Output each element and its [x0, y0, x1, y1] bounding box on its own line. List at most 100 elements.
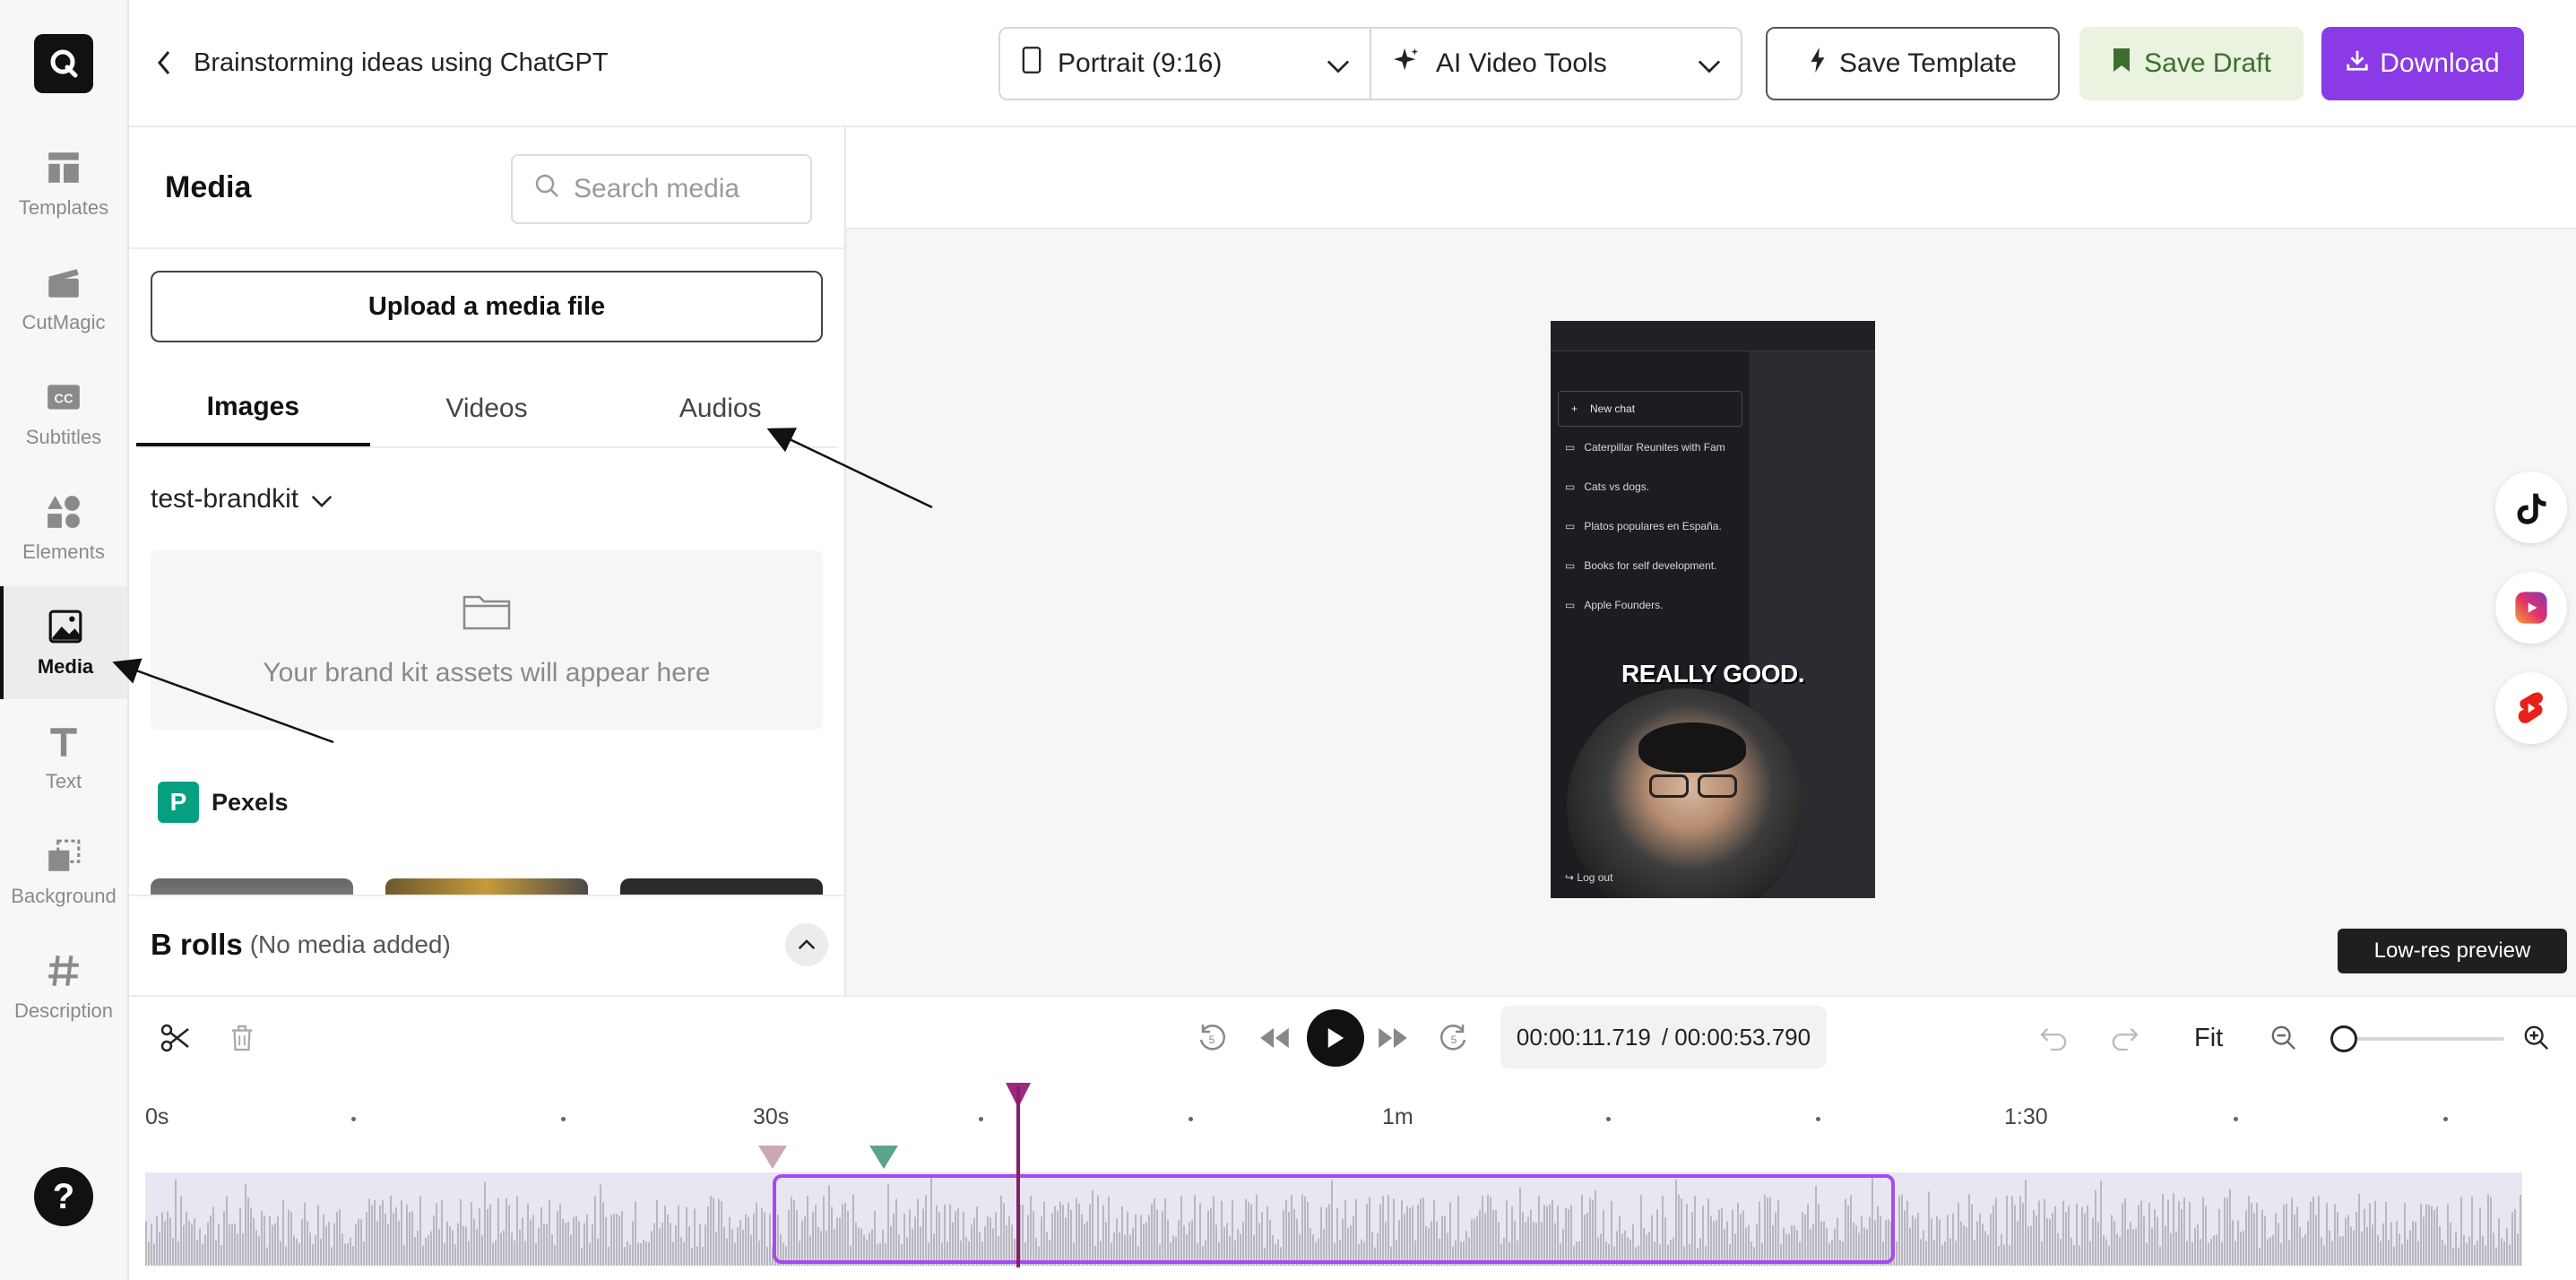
waveform-bar: [2044, 1198, 2045, 1266]
waveform-bar: [229, 1224, 230, 1266]
format-dropdown[interactable]: Portrait (9:16): [1000, 29, 1370, 99]
waveform-bar: [2493, 1232, 2494, 1266]
sidebar-item-description[interactable]: Description: [0, 930, 127, 1043]
waveform-bar: [481, 1235, 483, 1266]
chevron-down-icon: [1698, 52, 1721, 80]
sidebar-item-cutmagic[interactable]: CutMagic: [0, 242, 127, 355]
waveform-bar: [2019, 1196, 2021, 1266]
tab-images[interactable]: Images: [136, 371, 370, 446]
waveform-bar: [218, 1223, 220, 1266]
search-input[interactable]: [574, 174, 789, 204]
upload-media-button[interactable]: Upload a media file: [151, 271, 823, 342]
ruler-dot: [1816, 1117, 1820, 1121]
hair: [1638, 722, 1746, 773]
rewind-5-icon[interactable]: 5: [1192, 1018, 1232, 1058]
waveform-bar: [419, 1196, 421, 1266]
help-button[interactable]: ?: [34, 1167, 93, 1226]
waveform-bar: [648, 1241, 650, 1266]
waveform-bar: [1939, 1219, 1941, 1266]
sidebar-item-templates[interactable]: Templates: [0, 127, 127, 240]
skip-forward-icon[interactable]: [1373, 1018, 1413, 1058]
sidebar-item-label: Elements: [22, 541, 105, 563]
project-title[interactable]: Brainstorming ideas using ChatGPT: [194, 48, 609, 78]
marker-end[interactable]: [869, 1146, 898, 1169]
zoom-out-icon[interactable]: [2264, 1018, 2304, 1058]
sidebar-item-text[interactable]: Text: [0, 701, 127, 814]
waveform-bar: [2356, 1211, 2357, 1266]
instagram-reels-icon[interactable]: [2495, 572, 2567, 644]
thumbnail[interactable]: [151, 878, 353, 896]
waveform-bar: [2202, 1197, 2204, 1266]
zoom-slider-track[interactable]: [2347, 1037, 2504, 1041]
waveform-bar: [476, 1229, 478, 1266]
trash-icon[interactable]: [222, 1018, 262, 1058]
waveform-bar: [575, 1215, 577, 1266]
forward-5-icon[interactable]: 5: [1434, 1018, 1474, 1058]
save-template-button[interactable]: Save Template: [1766, 27, 2060, 100]
waveform-bar: [2229, 1189, 2231, 1266]
redo-icon[interactable]: [2105, 1018, 2144, 1058]
waveform-bar: [371, 1205, 373, 1266]
waveform-bar: [594, 1196, 596, 1266]
selected-clip[interactable]: [773, 1174, 1895, 1264]
chevron-up-icon[interactable]: [785, 923, 828, 966]
waveform-bar: [2425, 1204, 2427, 1266]
save-draft-button[interactable]: Save Draft: [2079, 27, 2304, 100]
waveform-bar: [602, 1202, 604, 1266]
fit-button[interactable]: Fit: [2194, 1024, 2223, 1053]
dropdown-group: Portrait (9:16) AI Video Tools: [998, 27, 1742, 100]
waveform-bar: [250, 1207, 252, 1266]
zoom-in-icon[interactable]: [2517, 1018, 2556, 1058]
waveform-bar: [1931, 1218, 1932, 1266]
waveform-bar: [2288, 1240, 2290, 1266]
chat-item: ▭ Cats vs dogs.: [1565, 480, 1649, 493]
waveform-bar: [756, 1202, 757, 1266]
thumbnail[interactable]: [385, 878, 588, 896]
waveform-bar: [2450, 1222, 2451, 1266]
tab-audios[interactable]: Audios: [603, 371, 837, 446]
ai-tools-dropdown[interactable]: AI Video Tools: [1370, 29, 1741, 99]
waveform-bar: [2269, 1237, 2271, 1266]
waveform-bar: [2479, 1206, 2481, 1266]
waveform-bar: [2033, 1210, 2035, 1266]
youtube-shorts-icon[interactable]: [2495, 672, 2567, 744]
waveform-bar: [2280, 1243, 2282, 1266]
playhead[interactable]: [1016, 1086, 1020, 1267]
marker-start[interactable]: [758, 1146, 787, 1169]
waveform-bar: [352, 1246, 354, 1266]
waveform-bar: [508, 1205, 510, 1266]
tiktok-icon[interactable]: [2495, 471, 2567, 543]
sidebar-item-elements[interactable]: Elements: [0, 471, 127, 584]
scissors-icon[interactable]: [156, 1018, 195, 1058]
waveform-bar: [473, 1218, 475, 1266]
video-preview[interactable]: + New chat ▭ Caterpillar Reunites with Fa…: [1551, 321, 1875, 898]
thumbnail[interactable]: [620, 878, 823, 896]
tab-videos[interactable]: Videos: [370, 371, 604, 446]
waveform-bar: [2347, 1215, 2349, 1266]
brandkit-selector[interactable]: test-brandkit: [151, 484, 333, 515]
app-logo[interactable]: [34, 34, 93, 93]
waveform-bar: [2213, 1235, 2215, 1266]
waveform-bar: [769, 1214, 771, 1266]
sidebar-item-background[interactable]: Background: [0, 816, 127, 929]
waveform-bar: [2084, 1213, 2086, 1266]
sidebar-item-media[interactable]: Media: [0, 586, 127, 699]
zoom-slider-knob[interactable]: [2330, 1025, 2357, 1052]
waveform-bar: [148, 1241, 150, 1266]
skip-back-icon[interactable]: [1255, 1018, 1294, 1058]
waveform-bar: [519, 1229, 521, 1266]
play-button[interactable]: [1307, 1009, 1364, 1067]
waveform-bar: [167, 1211, 169, 1266]
sidebar-item-subtitles[interactable]: CC Subtitles: [0, 357, 127, 470]
undo-icon[interactable]: [2035, 1018, 2074, 1058]
download-button[interactable]: Download: [2321, 27, 2524, 100]
back-chevron-icon[interactable]: [154, 47, 181, 79]
waveform-bar: [2132, 1229, 2134, 1266]
waveform-bar: [2001, 1233, 2002, 1266]
waveform-bar: [2162, 1194, 2164, 1266]
waveform-bar: [699, 1224, 701, 1266]
waveform-bar: [562, 1218, 564, 1266]
search-box[interactable]: [511, 154, 812, 224]
waveform-bar: [1952, 1213, 1954, 1266]
waveform-bar: [2253, 1213, 2255, 1266]
